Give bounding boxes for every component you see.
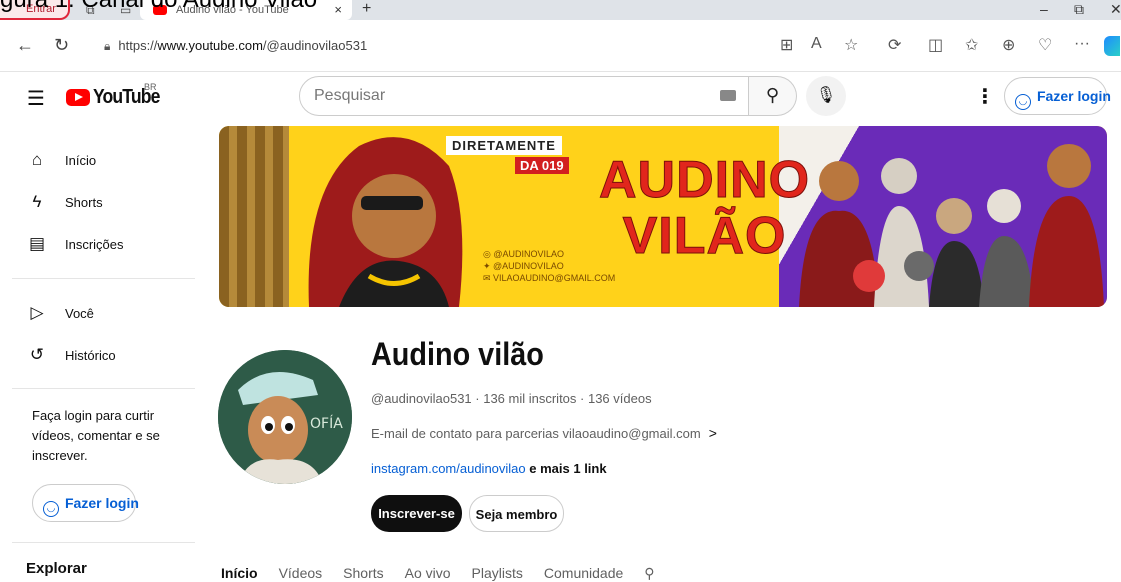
hamburger-menu-icon[interactable]: ☰ [27, 86, 45, 111]
tab-ao-vivo[interactable]: Ao vivo [405, 565, 451, 582]
channel-meta: @audinovilao531 · 136 mil inscritos · 13… [371, 391, 652, 406]
more-menu-icon[interactable]: ··· [1074, 35, 1090, 53]
minimize-icon[interactable]: – [1040, 1, 1048, 17]
banner-tag-top: DIRETAMENTE [446, 136, 562, 155]
restore-icon[interactable]: ⧉ [1074, 1, 1084, 18]
app-available-icon[interactable]: ⊞ [780, 35, 793, 55]
shorts-icon: ϟ [32, 192, 42, 211]
channel-description[interactable]: E-mail de contato para parcerias vilaoau… [371, 425, 717, 441]
extensions-icon[interactable]: ⟳ [888, 35, 901, 55]
sidebar-item-historico[interactable]: ↺ Histórico [27, 345, 116, 365]
instagram-link[interactable]: instagram.com/audinovilao [371, 461, 526, 476]
join-member-button[interactable]: Seja membro [469, 495, 564, 532]
favorites-icon[interactable]: ✩ [965, 35, 978, 55]
channel-avatar[interactable]: OFÍA [218, 350, 352, 484]
banner-social-text: @AUDINOVILAO [493, 249, 565, 259]
sidebar-item-label: Shorts [65, 194, 103, 210]
banner-person-image [308, 137, 463, 307]
sidebar-divider [12, 388, 195, 389]
login-prompt: Faça login para curtir vídeos, comentar … [32, 408, 160, 463]
keyboard-icon[interactable] [720, 90, 736, 101]
subscriptions-icon: ▤ [28, 234, 46, 253]
home-icon: ⌂ [31, 150, 43, 169]
login-label: Fazer login [1037, 88, 1111, 104]
history-icon: ↺ [29, 345, 45, 364]
channel-contact-text: E-mail de contato para parcerias vilaoau… [371, 426, 701, 441]
banner-email: ✉ VILAOAUDINO@GMAIL.COM [483, 273, 616, 283]
sidebar-item-label: Histórico [65, 347, 116, 363]
login-button[interactable]: ◡ Fazer login [1004, 77, 1111, 115]
channel-links: instagram.com/audinovilao e mais 1 link [371, 461, 607, 476]
more-links-button[interactable]: e mais 1 link [529, 461, 606, 476]
close-window-icon[interactable]: ✕ [1110, 1, 1121, 18]
banner-group-image [799, 144, 1104, 307]
tab-comunidade[interactable]: Comunidade [544, 565, 623, 582]
channel-banner: DIRETAMENTE DA 019 AUDINO VILÃO ◎ @AUDIN… [219, 126, 1107, 307]
explore-heading: Explorar [26, 560, 87, 577]
channel-search-icon[interactable]: ⚲ [644, 565, 654, 582]
address-bar: ← ↻ 🔒︎ https://www.youtube.com/@audinovil… [0, 20, 1121, 72]
sidebar-item-label: Você [65, 305, 94, 321]
channel-name: Audino vilão [371, 336, 544, 372]
avatar-sign-text: OFÍA [310, 415, 343, 432]
banner-tag-bottom: DA 019 [515, 157, 569, 174]
settings-kebab-icon[interactable]: ⋮ [975, 84, 995, 109]
user-circle-icon: ◡ [43, 501, 59, 517]
banner-social-text: VILAOAUDINO@GMAIL.COM [493, 273, 616, 283]
tab-videos[interactable]: Vídeos [279, 565, 323, 582]
login-label: Fazer login [65, 495, 139, 511]
sidebar-item-voce[interactable]: ▷ Você [27, 303, 94, 323]
search-icon: ⚲ [765, 85, 780, 105]
browser-essentials-icon[interactable]: ♡ [1038, 35, 1052, 55]
figure-caption: gura 1: Canal do Audino Vilão [0, 0, 317, 14]
search-input[interactable]: Pesquisar [299, 76, 749, 116]
tab-close-icon[interactable]: × [334, 2, 342, 17]
sidebar-item-label: Inscrições [65, 236, 124, 252]
tab-playlists[interactable]: Playlists [472, 565, 523, 582]
banner-social-list: ◎ @AUDINOVILAO ✦ @AUDINOVILAO ✉ VILAOAUD… [483, 248, 615, 284]
url-host: www.youtube.com [157, 38, 263, 53]
refresh-icon[interactable]: ↻ [54, 35, 69, 56]
banner-instagram: ◎ @AUDINOVILAO [483, 249, 565, 259]
sidebar-divider [12, 278, 195, 279]
favorite-star-icon[interactable]: ☆ [844, 35, 858, 55]
url-path: /@audinovilao531 [262, 38, 368, 53]
user-circle-icon: ◡ [1015, 94, 1031, 110]
sidebar-item-label: Início [65, 152, 97, 168]
new-tab-button[interactable]: + [362, 0, 371, 18]
country-code: BR [144, 82, 157, 92]
youtube-play-icon [66, 89, 90, 106]
sidebar-item-inicio[interactable]: ⌂ Início [27, 150, 96, 170]
channel-tabs: Início Vídeos Shorts Ao vivo Playlists C… [221, 565, 676, 582]
banner-twitter: ✦ @AUDINOVILAO [483, 261, 564, 271]
sidebar-login-button[interactable]: ◡ Fazer login [32, 484, 139, 522]
banner-social-text: @AUDINOVILAO [493, 261, 564, 271]
sidebar-item-shorts[interactable]: ϟ Shorts [27, 192, 103, 212]
sidebar-item-inscricoes[interactable]: ▤ Inscrições [27, 234, 124, 254]
back-icon[interactable]: ← [16, 35, 34, 56]
lock-icon: 🔒︎ [104, 39, 111, 53]
collections-icon[interactable]: ⊕ [1002, 35, 1015, 55]
search-button[interactable]: ⚲ [749, 76, 797, 116]
url-field[interactable]: 🔒︎ https://www.youtube.com/@audinovilao53… [104, 38, 367, 54]
tab-inicio[interactable]: Início [221, 565, 258, 582]
you-library-icon: ▷ [30, 303, 44, 322]
microphone-icon: 🎙︎ [815, 87, 837, 104]
copilot-icon[interactable] [1104, 36, 1120, 56]
split-screen-icon[interactable]: ◫ [928, 35, 943, 55]
chevron-right-icon: > [708, 425, 717, 441]
voice-search-button[interactable]: 🎙︎ [806, 76, 846, 116]
tab-shorts[interactable]: Shorts [343, 565, 383, 582]
url-scheme: https:// [118, 38, 158, 53]
subscribe-button[interactable]: Inscrever-se [371, 495, 462, 532]
read-aloud-icon[interactable]: A [811, 35, 822, 53]
avatar-cartoon-image: OFÍA [218, 350, 352, 484]
sidebar-divider [12, 542, 195, 543]
youtube-logo[interactable]: YouTube BR [66, 82, 169, 109]
